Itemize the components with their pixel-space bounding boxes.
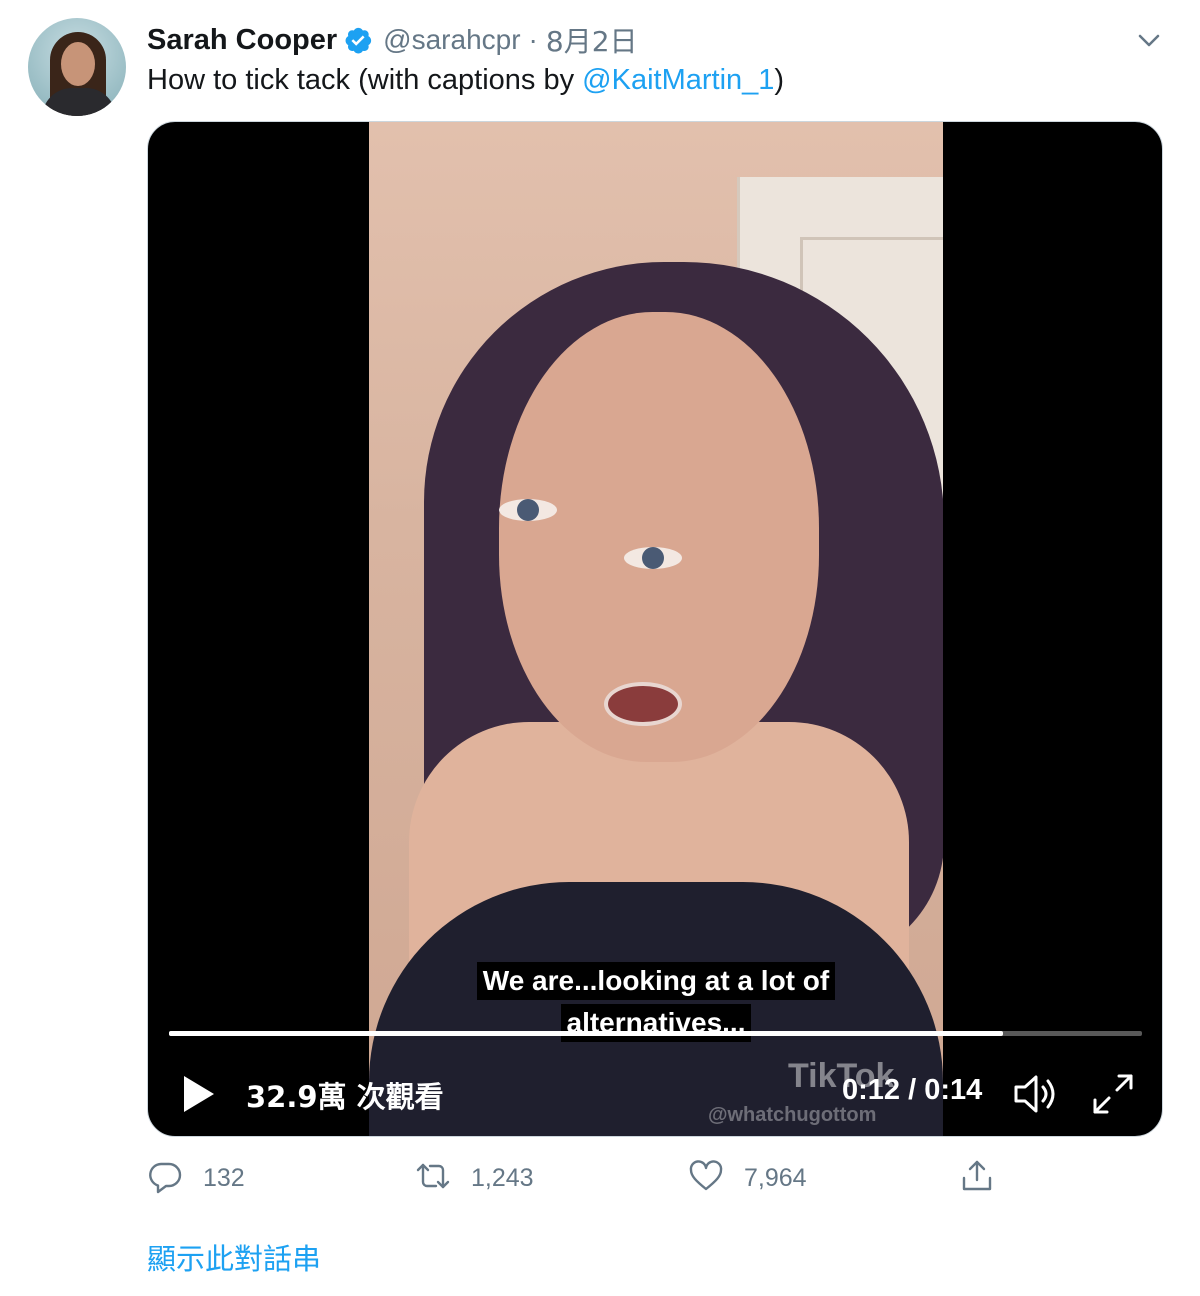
header-separator: · bbox=[528, 24, 538, 55]
tweet-date[interactable]: 8月2日 bbox=[546, 20, 638, 60]
mention-link[interactable]: @KaitMartin_1 bbox=[582, 64, 774, 96]
tweet-text-body: How to tick tack (with captions by bbox=[147, 64, 583, 96]
person-eye-right bbox=[624, 547, 682, 569]
tweet-header: Sarah Cooper @sarahcpr · 8月2日 bbox=[147, 20, 638, 60]
author-name[interactable]: Sarah Cooper bbox=[147, 24, 337, 57]
video-time: 0:12 / 0:14 bbox=[842, 1074, 983, 1106]
tweet-actions: 132 1,243 7,964 bbox=[147, 1156, 1047, 1200]
reply-icon[interactable] bbox=[147, 1158, 183, 1199]
iris-right bbox=[642, 547, 664, 569]
view-count: 32.9萬 次觀看 bbox=[246, 1080, 444, 1114]
person-mouth bbox=[604, 682, 682, 726]
tweet-text-tail: ) bbox=[774, 64, 785, 96]
iris-left bbox=[517, 499, 539, 521]
tweet-card[interactable]: Sarah Cooper @sarahcpr · 8月2日 How to tic… bbox=[0, 0, 1200, 1296]
video-progress-fill bbox=[169, 1031, 1003, 1036]
share-action[interactable] bbox=[959, 1156, 995, 1200]
video-player[interactable]: We are...looking at a lot of alternative… bbox=[147, 121, 1163, 1137]
retweet-count: 1,243 bbox=[471, 1163, 534, 1192]
author-handle[interactable]: @sarahcpr bbox=[383, 24, 520, 56]
retweet-icon[interactable] bbox=[415, 1158, 451, 1199]
caption-line-2: alternatives... bbox=[560, 1004, 752, 1042]
like-action[interactable]: 7,964 bbox=[688, 1156, 807, 1200]
tweet-text: How to tick tack (with captions by @Kait… bbox=[147, 64, 784, 97]
show-thread-link[interactable]: 顯示此對話串 bbox=[147, 1236, 321, 1278]
video-caption: We are...looking at a lot of alternative… bbox=[148, 962, 1162, 1042]
volume-icon[interactable] bbox=[1012, 1072, 1062, 1116]
reply-count: 132 bbox=[203, 1163, 245, 1192]
person-eye-left bbox=[499, 499, 557, 521]
play-icon[interactable] bbox=[178, 1072, 218, 1116]
avatar[interactable] bbox=[28, 18, 126, 116]
caption-line-1: We are...looking at a lot of bbox=[476, 962, 836, 1000]
heart-icon[interactable] bbox=[688, 1158, 724, 1199]
fullscreen-icon[interactable] bbox=[1091, 1072, 1135, 1116]
avatar-face bbox=[61, 42, 95, 86]
video-progress-bar[interactable] bbox=[169, 1031, 1142, 1036]
chevron-down-icon[interactable] bbox=[1130, 24, 1168, 58]
reply-action[interactable]: 132 bbox=[147, 1156, 245, 1200]
share-icon[interactable] bbox=[959, 1158, 995, 1199]
tiktok-watermark-handle: @whatchugottom bbox=[708, 1104, 877, 1126]
verified-badge-icon bbox=[343, 25, 373, 55]
like-count: 7,964 bbox=[744, 1163, 807, 1192]
retweet-action[interactable]: 1,243 bbox=[415, 1156, 534, 1200]
